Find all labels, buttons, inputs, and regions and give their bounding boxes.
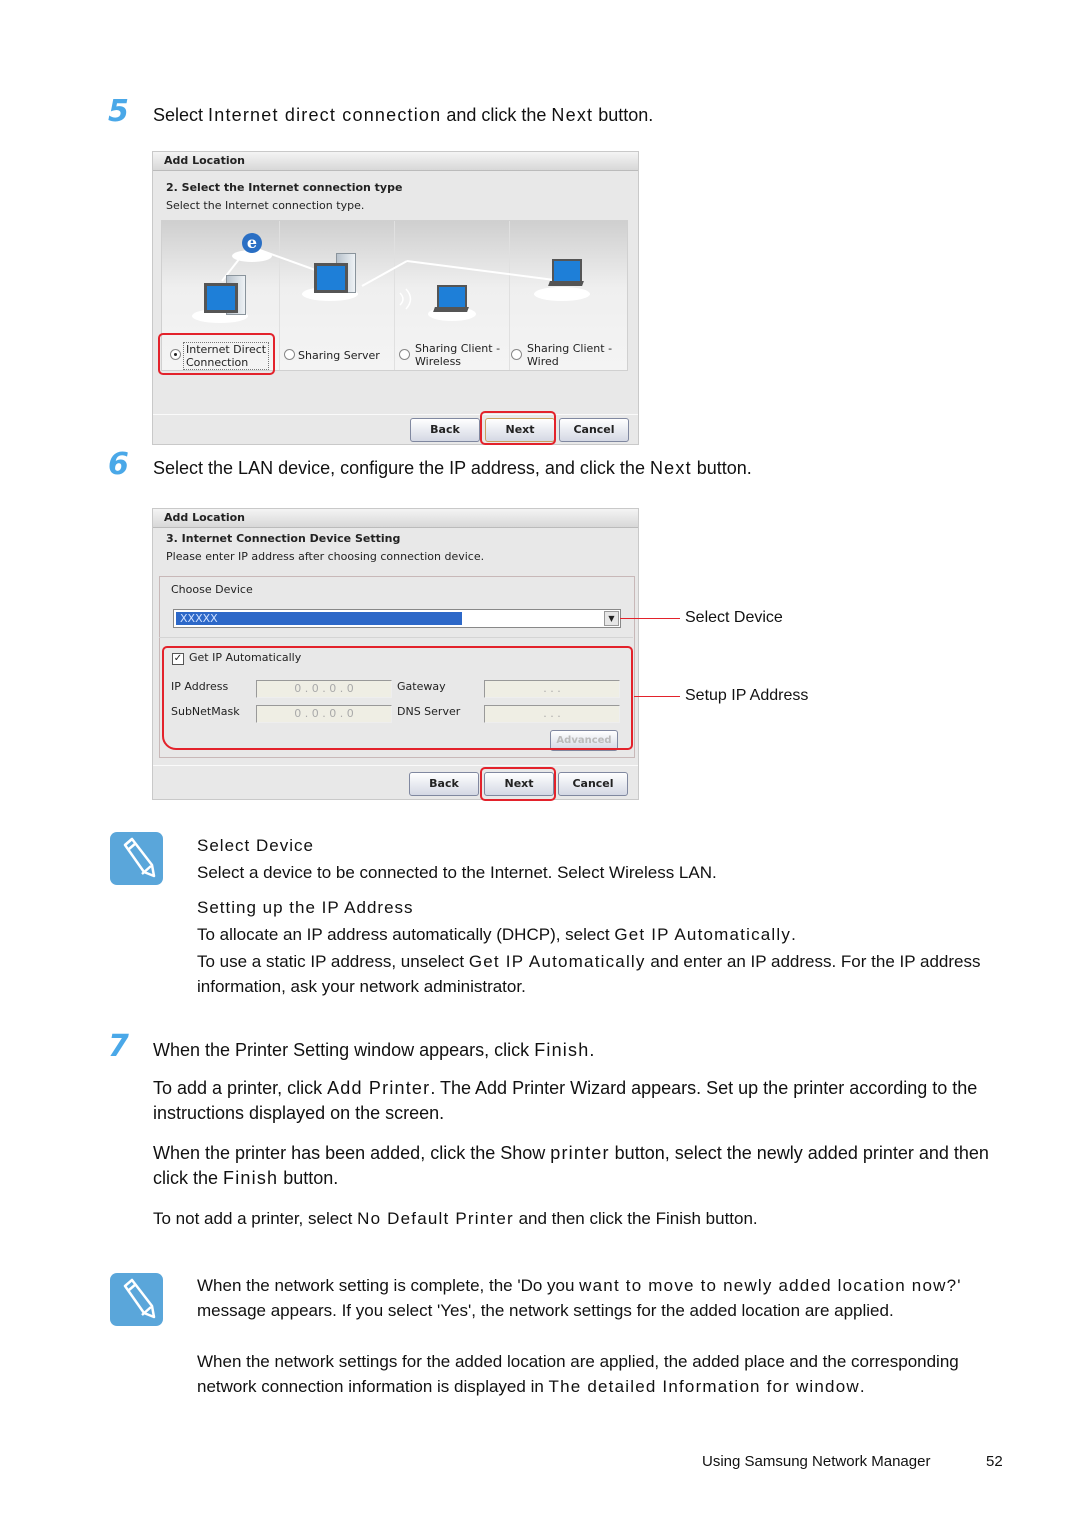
ui-term: Finish <box>223 1168 279 1188</box>
chevron-down-icon[interactable]: ▼ <box>604 611 619 626</box>
choose-device-label: Choose Device <box>171 583 253 596</box>
ui-term: printer <box>550 1143 610 1163</box>
step-number: 5 <box>108 94 129 129</box>
dialog-heading: 2. Select the Internet connection type <box>166 181 403 194</box>
divider <box>153 765 638 766</box>
note-paragraph: When the network settings for the added … <box>197 1349 1009 1399</box>
text: button. <box>593 105 654 125</box>
note-text: To use a static IP address, unselect Get… <box>197 949 1007 999</box>
back-button[interactable]: Back <box>410 418 480 442</box>
ui-term: Next <box>551 105 594 125</box>
device-select[interactable]: XXXXX ▼ <box>173 609 621 628</box>
text: button. <box>691 458 752 478</box>
back-button[interactable]: Back <box>409 772 479 796</box>
option-label: Wireless <box>415 355 462 368</box>
dialog-title: Add Location <box>153 509 638 528</box>
text: and then click the Finish button. <box>513 1209 758 1228</box>
text: When the printer has been added, click t… <box>153 1143 551 1163</box>
add-location-dialog-device-setting: Add Location 3. Internet Connection Devi… <box>152 508 639 801</box>
step-5-instruction: Select Internet direct connection and cl… <box>153 104 653 126</box>
page-number: 52 <box>986 1453 1003 1470</box>
text: . <box>791 925 796 944</box>
cancel-button[interactable]: Cancel <box>559 418 629 442</box>
note-title-select-device: Select Device <box>197 836 314 855</box>
dialog-subheading: Select the Internet connection type. <box>166 199 365 212</box>
callout-select-device: Select Device <box>685 609 783 626</box>
ui-term: Finish <box>534 1040 590 1060</box>
note-text: Select a device to be connected to the I… <box>197 863 717 882</box>
text: button. <box>278 1168 339 1188</box>
step-7-instruction: When the Printer Setting window appears,… <box>153 1039 594 1061</box>
dialog-subheading: Please enter IP address after choosing c… <box>166 550 485 563</box>
callout-setup-ip-address: Setup IP Address <box>685 687 809 704</box>
ui-term: Internet direct connection <box>208 105 442 125</box>
radio-button[interactable] <box>399 349 410 360</box>
ui-term: The detailed Information for window <box>548 1377 860 1396</box>
divider <box>153 414 638 415</box>
highlight-box <box>480 411 556 445</box>
text: and click the <box>441 105 552 125</box>
callout-line <box>620 618 680 619</box>
dialog-title: Add Location <box>153 152 638 171</box>
option-label: Wired <box>527 355 559 368</box>
step-number: 7 <box>108 1029 129 1064</box>
text: To not add a printer, select <box>153 1209 358 1228</box>
paragraph: To add a printer, click Add Printer. The… <box>153 1076 1008 1126</box>
cancel-button[interactable]: Cancel <box>558 772 628 796</box>
text: To add a printer, click <box>153 1078 328 1098</box>
ui-term: Add Printer <box>327 1078 431 1098</box>
option-label: Sharing Client - <box>415 342 501 355</box>
ui-term: Get IP Automatically <box>614 925 792 944</box>
text: When the Printer Setting window appears,… <box>153 1040 535 1060</box>
internet-explorer-icon: e <box>242 233 262 253</box>
divider <box>159 637 633 638</box>
option-label: Sharing Client - <box>527 342 613 355</box>
option-label: Sharing Server <box>298 349 380 362</box>
dialog-heading: 3. Internet Connection Device Setting <box>166 532 401 545</box>
text: Select <box>153 105 209 125</box>
radio-button[interactable] <box>284 349 295 360</box>
step-6-instruction: Select the LAN device, configure the IP … <box>153 457 752 479</box>
step-number: 6 <box>108 447 129 482</box>
note-pencil-icon <box>110 1273 163 1326</box>
radio-button[interactable] <box>511 349 522 360</box>
callout-line <box>634 696 680 697</box>
text: . <box>589 1040 595 1060</box>
device-selected-value: XXXXX <box>176 612 462 625</box>
note-paragraph: When the network setting is complete, th… <box>197 1273 1009 1323</box>
note-pencil-icon <box>110 832 163 885</box>
text: Select the LAN device, configure the IP … <box>153 458 650 478</box>
text: . <box>859 1377 865 1396</box>
highlight-box <box>480 767 556 801</box>
paragraph: When the printer has been added, click t… <box>153 1141 1008 1191</box>
footer-section-title: Using Samsung Network Manager <box>702 1453 931 1470</box>
ui-term: Next <box>649 458 692 478</box>
ui-term: want to move to newly added location now… <box>579 1276 958 1295</box>
ui-term: Get IP Automatically <box>468 952 646 971</box>
text: To allocate an IP address automatically … <box>197 925 615 944</box>
note-title-setting-ip: Setting up the IP Address <box>197 898 414 917</box>
highlight-box <box>162 646 633 750</box>
add-location-dialog-connection-type: Add Location 2. Select the Internet conn… <box>152 151 639 445</box>
note-text: To allocate an IP address automatically … <box>197 922 1007 947</box>
text: When the network setting is complete, th… <box>197 1276 580 1295</box>
ui-term: No Default Printer <box>357 1209 514 1228</box>
paragraph: To not add a printer, select No Default … <box>153 1206 1008 1231</box>
highlight-box <box>158 333 275 375</box>
text: To use a static IP address, unselect <box>197 952 469 971</box>
